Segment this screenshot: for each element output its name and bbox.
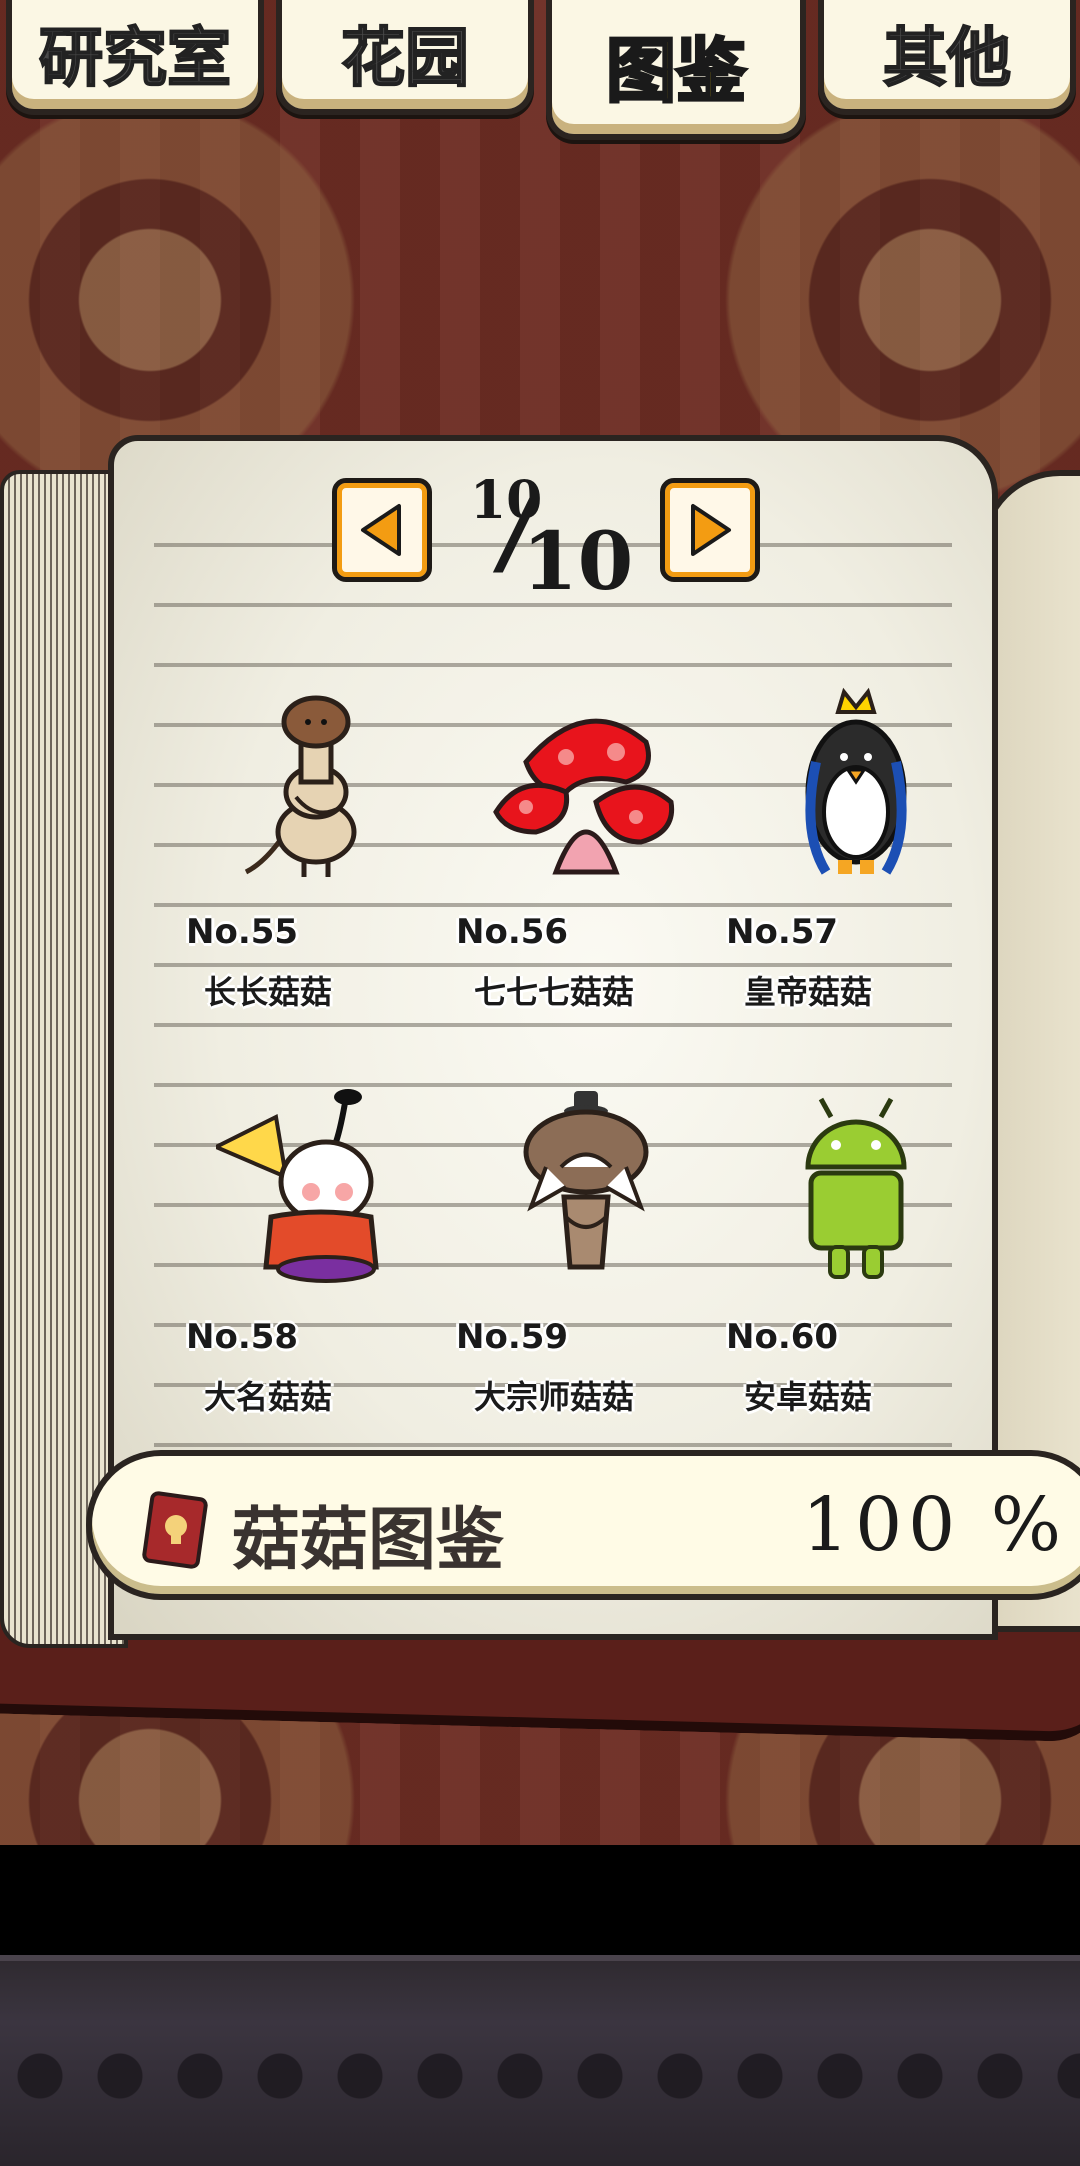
collection-percent: 100 % — [802, 1482, 1068, 1568]
book-icon — [142, 1491, 208, 1569]
entry-58[interactable]: No.58 大名菇菇 — [186, 1087, 446, 1416]
next-page-button[interactable] — [660, 478, 760, 582]
total-pages: 10 — [522, 514, 634, 608]
collection-progress-banner: 菇菇图鉴 100 % — [86, 1450, 1080, 1600]
tab-label: 图鉴 — [605, 28, 748, 113]
tab-label: 其他 — [882, 21, 1012, 97]
grandmaster-mushroom-icon — [523, 1091, 649, 1270]
tab-garden[interactable]: 花园 — [276, 0, 534, 115]
bottom-decor-bar — [0, 1955, 1080, 2166]
entry-60[interactable]: No.60 安卓菇菇 — [726, 1087, 986, 1416]
entry-name: 大宗师菇菇 — [474, 1378, 635, 1416]
daimyo-mushroom-icon — [216, 1089, 379, 1283]
bottom-ornament — [0, 2031, 1080, 2121]
entry-number: No.56 — [456, 912, 569, 952]
page-ruled-lines — [154, 491, 952, 1604]
entry-number: No.59 — [456, 1317, 569, 1357]
arrow-right-icon — [691, 504, 731, 556]
long-mushroom-icon — [244, 695, 357, 877]
tab-encyclopedia[interactable]: 图鉴 — [546, 0, 806, 140]
entry-name: 皇帝菇菇 — [744, 973, 873, 1011]
tab-other[interactable]: 其他 — [818, 0, 1076, 115]
entry-name: 大名菇菇 — [204, 1378, 333, 1416]
bottom-spacer — [0, 1845, 1080, 1955]
entry-55[interactable]: No.55 长长菇菇 — [186, 682, 446, 1011]
entry-number: No.58 — [186, 1317, 299, 1357]
tab-label: 花园 — [340, 21, 470, 97]
entry-name: 安卓菇菇 — [744, 1378, 873, 1416]
entry-name: 七七七菇菇 — [474, 973, 635, 1011]
prev-page-button[interactable] — [332, 478, 432, 582]
page-indicator: 10 / 10 — [460, 470, 633, 608]
entry-name: 长长菇菇 — [204, 973, 333, 1011]
entry-number: No.57 — [726, 912, 839, 952]
emperor-penguin-mushroom-icon — [805, 687, 907, 875]
arrow-left-icon — [361, 504, 401, 556]
tab-laboratory[interactable]: 研究室 — [6, 0, 264, 115]
android-mushroom-icon — [805, 1097, 907, 1279]
entry-57[interactable]: No.57 皇帝菇菇 — [726, 682, 986, 1011]
top-tab-bar: 研究室 花园 图鉴 其他 — [0, 0, 1080, 140]
collection-label: 菇菇图鉴 — [232, 1501, 505, 1580]
entry-number: No.60 — [726, 1317, 839, 1357]
entry-56[interactable]: No.56 七七七菇菇 — [456, 682, 716, 1011]
entry-59[interactable]: No.59 大宗师菇菇 — [456, 1087, 716, 1416]
entry-number: No.55 — [186, 912, 299, 952]
triple-red-mushroom-icon — [493, 718, 675, 875]
tab-label: 研究室 — [38, 21, 232, 97]
